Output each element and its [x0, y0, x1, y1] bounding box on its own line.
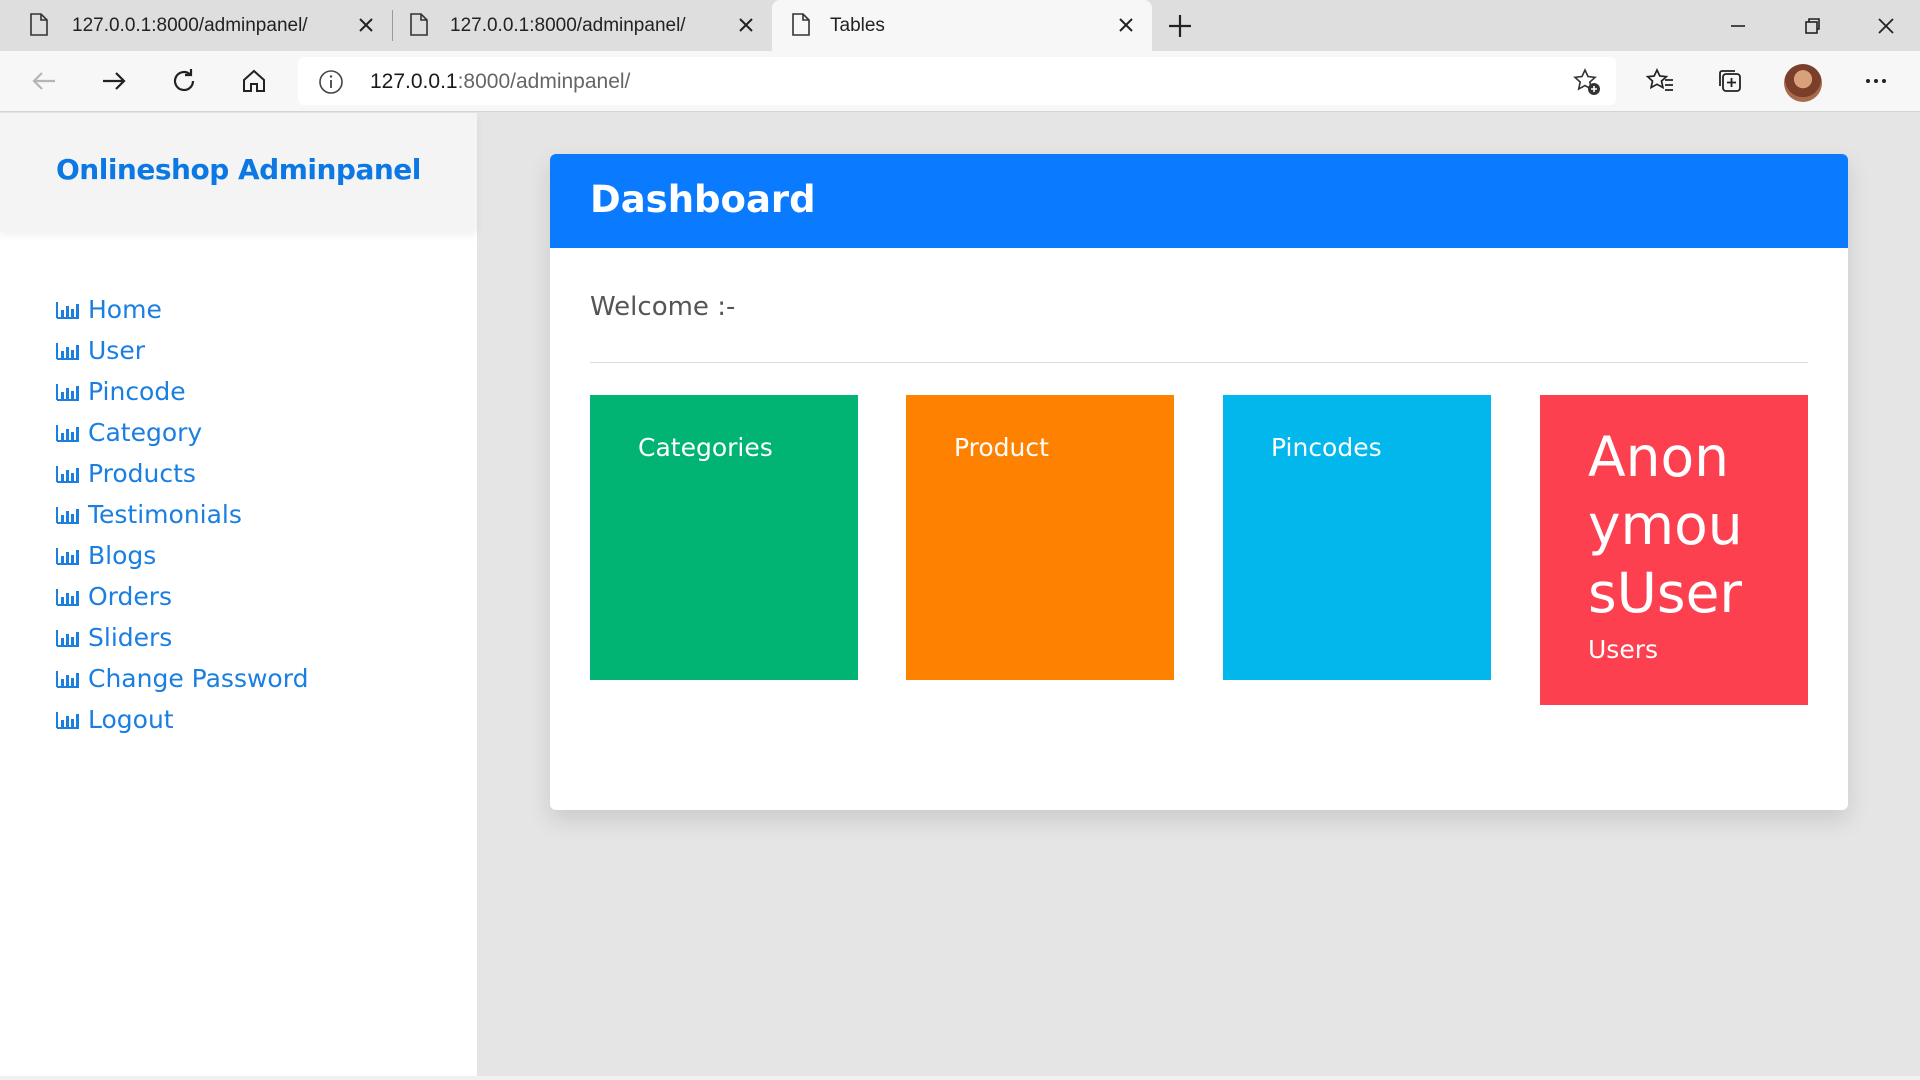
minimize-icon[interactable] [1724, 12, 1752, 40]
sidebar-item-label: Pincode [88, 377, 186, 406]
sidebar-item-testimonials[interactable]: Testimonials [56, 494, 308, 535]
close-icon[interactable] [354, 13, 378, 37]
page-icon [30, 13, 48, 36]
divider [590, 362, 1808, 363]
address-bar[interactable]: 127.0.0.1:8000/adminpanel/ [298, 57, 1616, 105]
page-title: Dashboard [590, 178, 816, 221]
more-button[interactable] [1858, 63, 1894, 99]
add-favorite-icon[interactable] [1572, 67, 1602, 97]
bar-chart-icon [56, 465, 79, 483]
more-icon [1866, 79, 1886, 83]
info-icon[interactable] [318, 69, 344, 95]
page-icon [410, 13, 428, 36]
sidebar-item-blogs[interactable]: Blogs [56, 535, 308, 576]
bar-chart-icon [56, 301, 79, 319]
arrow-left-icon [32, 72, 55, 90]
sidebar-item-label: Blogs [88, 541, 157, 570]
browser-toolbar: 127.0.0.1:8000/adminpanel/ [0, 51, 1920, 112]
arrow-right-icon [103, 72, 126, 90]
collections-button[interactable] [1712, 63, 1748, 99]
bar-chart-icon [56, 588, 79, 606]
tab-label: 127.0.0.1:8000/adminpanel/ [72, 15, 308, 36]
profile-avatar[interactable] [1784, 64, 1822, 102]
dashboard-card: Dashboard Welcome :- Categories Product … [550, 154, 1848, 810]
tile-pincodes[interactable]: Pincodes [1223, 395, 1491, 680]
page-icon [792, 13, 810, 36]
url-path: :8000/adminpanel/ [457, 70, 631, 93]
sidebar-item-label: Category [88, 418, 203, 447]
sidebar-item-label: Orders [88, 582, 173, 611]
sidebar-item-pincode[interactable]: Pincode [56, 371, 308, 412]
sidebar: Onlineshop Adminpanel Home User Pincode … [0, 113, 477, 1080]
tab-label: 127.0.0.1:8000/adminpanel/ [450, 15, 686, 36]
home-icon [243, 69, 265, 92]
new-tab-icon[interactable] [1166, 12, 1194, 40]
window-close-icon[interactable] [1872, 12, 1900, 40]
browser-tab-2[interactable]: 127.0.0.1:8000/adminpanel/ [394, 0, 768, 51]
bar-chart-icon [56, 711, 79, 729]
sidebar-item-label: Home [88, 295, 162, 324]
back-button[interactable] [26, 63, 62, 99]
forward-button[interactable] [96, 63, 132, 99]
page-content: Onlineshop Adminpanel Home User Pincode … [0, 113, 1920, 1080]
bar-chart-icon [56, 383, 79, 401]
tile-users[interactable]: AnonymousUser Users [1540, 395, 1808, 705]
bar-chart-icon [56, 547, 79, 565]
browser-tab-active[interactable]: Tables [772, 0, 1152, 51]
bar-chart-icon [56, 342, 79, 360]
tile-label: Pincodes [1271, 433, 1382, 462]
home-button[interactable] [236, 63, 272, 99]
sidebar-item-products[interactable]: Products [56, 453, 308, 494]
sidebar-item-label: Products [88, 459, 196, 488]
reload-button[interactable] [166, 63, 202, 99]
bar-chart-icon [56, 670, 79, 688]
page-bottom-edge [0, 1076, 1920, 1080]
bar-chart-icon [56, 424, 79, 442]
brand-header: Onlineshop Adminpanel [0, 113, 477, 231]
sidebar-item-change-password[interactable]: Change Password [56, 658, 308, 699]
reload-icon [173, 69, 195, 92]
browser-tab-bar: 127.0.0.1:8000/adminpanel/ 127.0.0.1:800… [0, 0, 1920, 51]
tile-product[interactable]: Product [906, 395, 1174, 680]
current-user-name: AnonymousUser [1588, 425, 1743, 625]
collections-icon [1719, 70, 1741, 92]
tile-categories[interactable]: Categories [590, 395, 858, 680]
dashboard-header: Dashboard [550, 154, 1848, 248]
sidebar-item-category[interactable]: Category [56, 412, 308, 453]
sidebar-item-user[interactable]: User [56, 330, 308, 371]
tile-label: Categories [638, 433, 773, 462]
browser-tab-1[interactable]: 127.0.0.1:8000/adminpanel/ [0, 0, 388, 51]
welcome-text: Welcome :- [590, 292, 736, 322]
bar-chart-icon [56, 629, 79, 647]
tab-separator [392, 10, 393, 41]
sidebar-nav: Home User Pincode Category Products Test… [56, 289, 308, 740]
sidebar-item-logout[interactable]: Logout [56, 699, 308, 740]
sidebar-item-label: Logout [88, 705, 174, 734]
tile-label: Product [954, 433, 1049, 462]
close-icon[interactable] [1114, 13, 1138, 37]
bar-chart-icon [56, 506, 79, 524]
tab-label: Tables [830, 15, 885, 36]
url-text[interactable]: 127.0.0.1:8000/adminpanel/ [370, 70, 630, 94]
tile-label: Users [1588, 635, 1659, 664]
sidebar-item-sliders[interactable]: Sliders [56, 617, 308, 658]
close-icon[interactable] [734, 13, 758, 37]
favorites-icon [1645, 67, 1673, 91]
url-host: 127.0.0.1 [370, 70, 458, 93]
sidebar-item-label: User [88, 336, 145, 365]
sidebar-item-home[interactable]: Home [56, 289, 308, 330]
restore-icon[interactable] [1798, 12, 1826, 40]
sidebar-item-label: Change Password [88, 664, 309, 693]
sidebar-item-orders[interactable]: Orders [56, 576, 308, 617]
sidebar-item-label: Testimonials [88, 500, 242, 529]
favorites-button[interactable] [1642, 63, 1678, 99]
sidebar-item-label: Sliders [88, 623, 173, 652]
brand-title[interactable]: Onlineshop Adminpanel [56, 153, 421, 186]
